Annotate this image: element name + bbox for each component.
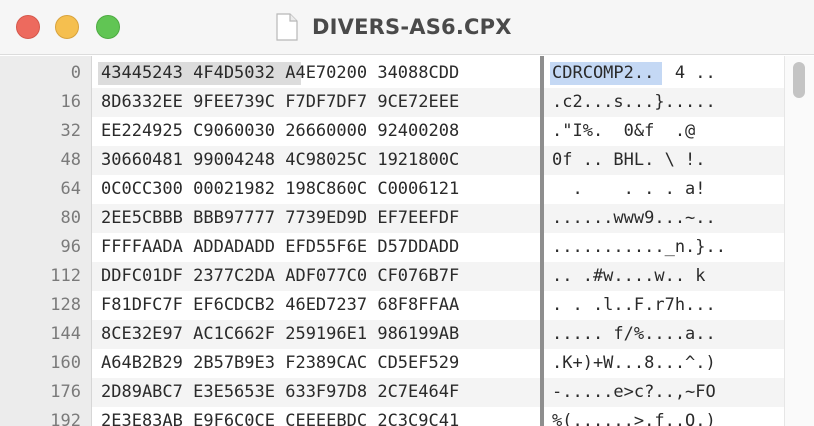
hex-row[interactable]: 43445243 4F4D5032 A4E70200 34088CDD	[92, 59, 540, 88]
offset-label: 160	[50, 353, 81, 373]
ascii-text[interactable]: . . . . a!	[552, 175, 705, 204]
offset-label: 48	[60, 150, 81, 170]
offset-label: 128	[50, 295, 81, 315]
scrollbar-thumb[interactable]	[793, 62, 805, 98]
offset-row: 0	[0, 59, 91, 88]
hex-row[interactable]: EE224925 C9060030 26660000 92400208	[92, 117, 540, 146]
offset-row: 48	[0, 146, 91, 175]
offset-row: 64	[0, 175, 91, 204]
ascii-text[interactable]: ......www9...~..	[552, 204, 716, 233]
offset-row: 128	[0, 291, 91, 320]
offset-row: 176	[0, 378, 91, 407]
ascii-text[interactable]: ..........._n.}..	[552, 233, 726, 262]
offset-row: 160	[0, 349, 91, 378]
close-window-button[interactable]	[16, 15, 40, 39]
hex-bytes[interactable]: 30660481 99004248 4C98025C 1921800C	[101, 146, 459, 175]
title-bar: DIVERS-AS6.CPX	[0, 0, 814, 55]
hex-row[interactable]: 2E3E83AB E9F6C0CE CEEEEBDC 2C3C9C41	[92, 407, 540, 426]
ascii-text[interactable]: 0f .. BHL. \ !.	[552, 146, 716, 175]
offset-label: 96	[60, 237, 81, 257]
ascii-row[interactable]: ..... f/%....a..	[544, 320, 784, 349]
hex-bytes[interactable]: 2EE5CBBB BBB97777 7739ED9D EF7EEFDF	[101, 204, 459, 233]
ascii-text[interactable]: ."I%. 0&f .@	[552, 117, 716, 146]
offset-label: 192	[50, 411, 81, 426]
ascii-text[interactable]: .c2...s...}.....	[552, 88, 716, 117]
offset-label: 32	[60, 121, 81, 141]
hex-pane[interactable]: 43445243 4F4D5032 A4E70200 34088CDD 8D633…	[92, 56, 540, 426]
hex-bytes[interactable]: 8CE32E97 AC1C662F 259196E1 986199AB	[101, 320, 459, 349]
ascii-row[interactable]: CDRCOMP2.. 4 ..	[544, 59, 784, 88]
vertical-scrollbar[interactable]	[784, 56, 814, 426]
offset-label: 0	[70, 63, 81, 83]
hex-bytes[interactable]: A64B2B29 2B57B9E3 F2389CAC CD5EF529	[101, 349, 459, 378]
ascii-pane[interactable]: CDRCOMP2.. 4 .. .c2...s...}..... ."I%. 0&f…	[544, 56, 784, 426]
ascii-text[interactable]: ..... f/%....a..	[552, 320, 716, 349]
hex-row[interactable]: FFFFAADA ADDADADD EFD55F6E D57DDADD	[92, 233, 540, 262]
hex-row[interactable]: 8CE32E97 AC1C662F 259196E1 986199AB	[92, 320, 540, 349]
ascii-row[interactable]: .K+)+W...8...^.)	[544, 349, 784, 378]
offset-label: 112	[50, 266, 81, 286]
offset-label: 176	[50, 382, 81, 402]
document-icon	[276, 13, 298, 41]
offset-row: 96	[0, 233, 91, 262]
hex-editor-content: 0 16 32 48 64 80 96 112 128 144 160 176 192 43445243…	[0, 56, 814, 426]
offset-gutter: 0 16 32 48 64 80 96 112 128 144 160 176 192	[0, 56, 92, 426]
offset-row: 16	[0, 88, 91, 117]
offset-label: 64	[60, 179, 81, 199]
offset-row: 80	[0, 204, 91, 233]
hex-bytes[interactable]: FFFFAADA ADDADADD EFD55F6E D57DDADD	[101, 233, 459, 262]
ascii-row[interactable]: .c2...s...}.....	[544, 88, 784, 117]
ascii-row[interactable]: 0f .. BHL. \ !.	[544, 146, 784, 175]
hex-row[interactable]: F81DFC7F EF6CDCB2 46ED7237 68F8FFAA	[92, 291, 540, 320]
hex-bytes[interactable]: 8D6332EE 9FEE739C F7DF7DF7 9CE72EEE	[101, 88, 459, 117]
hex-row[interactable]: DDFC01DF 2377C2DA ADF077C0 CF076B7F	[92, 262, 540, 291]
offset-row: 144	[0, 320, 91, 349]
ascii-text[interactable]: %(......>.f..Q.)	[552, 407, 716, 426]
ascii-row[interactable]: ......www9...~..	[544, 204, 784, 233]
offset-row: 192	[0, 407, 91, 426]
offset-label: 80	[60, 208, 81, 228]
ascii-row[interactable]: %(......>.f..Q.)	[544, 407, 784, 426]
offset-row: 32	[0, 117, 91, 146]
offset-label: 16	[60, 92, 81, 112]
ascii-row[interactable]: -.....e>c?..,~FO	[544, 378, 784, 407]
hex-row[interactable]: A64B2B29 2B57B9E3 F2389CAC CD5EF529	[92, 349, 540, 378]
hex-bytes[interactable]: F81DFC7F EF6CDCB2 46ED7237 68F8FFAA	[101, 291, 459, 320]
ascii-row[interactable]: ..........._n.}..	[544, 233, 784, 262]
ascii-text[interactable]: CDRCOMP2.. 4 ..	[552, 59, 716, 88]
hex-row[interactable]: 0C0CC300 00021982 198C860C C0006121	[92, 175, 540, 204]
hex-row[interactable]: 8D6332EE 9FEE739C F7DF7DF7 9CE72EEE	[92, 88, 540, 117]
hex-row[interactable]: 2D89ABC7 E3E5653E 633F97D8 2C7E464F	[92, 378, 540, 407]
hex-row[interactable]: 2EE5CBBB BBB97777 7739ED9D EF7EEFDF	[92, 204, 540, 233]
ascii-row[interactable]: . . . . a!	[544, 175, 784, 204]
ascii-text[interactable]: .. .#w....w.. k	[552, 262, 706, 291]
hex-bytes[interactable]: 43445243 4F4D5032 A4E70200 34088CDD	[101, 59, 459, 88]
offset-label: 144	[50, 324, 81, 344]
hex-bytes[interactable]: EE224925 C9060030 26660000 92400208	[101, 117, 459, 146]
hex-bytes[interactable]: 2D89ABC7 E3E5653E 633F97D8 2C7E464F	[101, 378, 459, 407]
hex-bytes[interactable]: DDFC01DF 2377C2DA ADF077C0 CF076B7F	[101, 262, 459, 291]
zoom-window-button[interactable]	[96, 15, 120, 39]
ascii-text[interactable]: -.....e>c?..,~FO	[552, 378, 716, 407]
ascii-text[interactable]: .K+)+W...8...^.)	[552, 349, 716, 378]
ascii-text[interactable]: . . .l..F.r7h...	[552, 291, 716, 320]
window-title: DIVERS-AS6.CPX	[312, 15, 512, 39]
ascii-row[interactable]: . . .l..F.r7h...	[544, 291, 784, 320]
ascii-row[interactable]: .. .#w....w.. k	[544, 262, 784, 291]
minimize-window-button[interactable]	[55, 15, 79, 39]
offset-row: 112	[0, 262, 91, 291]
hex-bytes[interactable]: 0C0CC300 00021982 198C860C C0006121	[101, 175, 459, 204]
ascii-row[interactable]: ."I%. 0&f .@	[544, 117, 784, 146]
hex-row[interactable]: 30660481 99004248 4C98025C 1921800C	[92, 146, 540, 175]
hex-bytes[interactable]: 2E3E83AB E9F6C0CE CEEEEBDC 2C3C9C41	[101, 407, 459, 426]
